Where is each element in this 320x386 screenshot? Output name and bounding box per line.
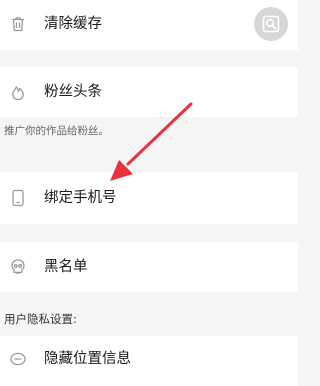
- bind-phone-row[interactable]: 绑定手机号: [0, 172, 298, 224]
- image-search-icon: [262, 15, 280, 33]
- location-hide-icon: [9, 350, 27, 368]
- clear-cache-label: 清除缓存: [44, 16, 102, 32]
- bind-phone-label: 绑定手机号: [44, 190, 117, 206]
- flame-icon: [9, 83, 27, 101]
- privacy-section-header: 用户隐私设置:: [4, 312, 77, 326]
- fans-headline-hint: 推广你的作品给粉丝。: [4, 125, 109, 137]
- phone-icon: [9, 189, 27, 207]
- trash-icon: [9, 15, 27, 33]
- hide-location-label: 隐藏位置信息: [44, 351, 131, 367]
- blacklist-row[interactable]: 黑名单: [0, 242, 298, 292]
- fans-headline-row[interactable]: 粉丝头条: [0, 67, 298, 117]
- floating-image-search-button[interactable]: [254, 7, 288, 41]
- skull-icon: [9, 258, 27, 276]
- fans-headline-label: 粉丝头条: [44, 84, 102, 100]
- blacklist-label: 黑名单: [44, 259, 88, 275]
- hide-location-row[interactable]: 隐藏位置信息: [0, 336, 298, 386]
